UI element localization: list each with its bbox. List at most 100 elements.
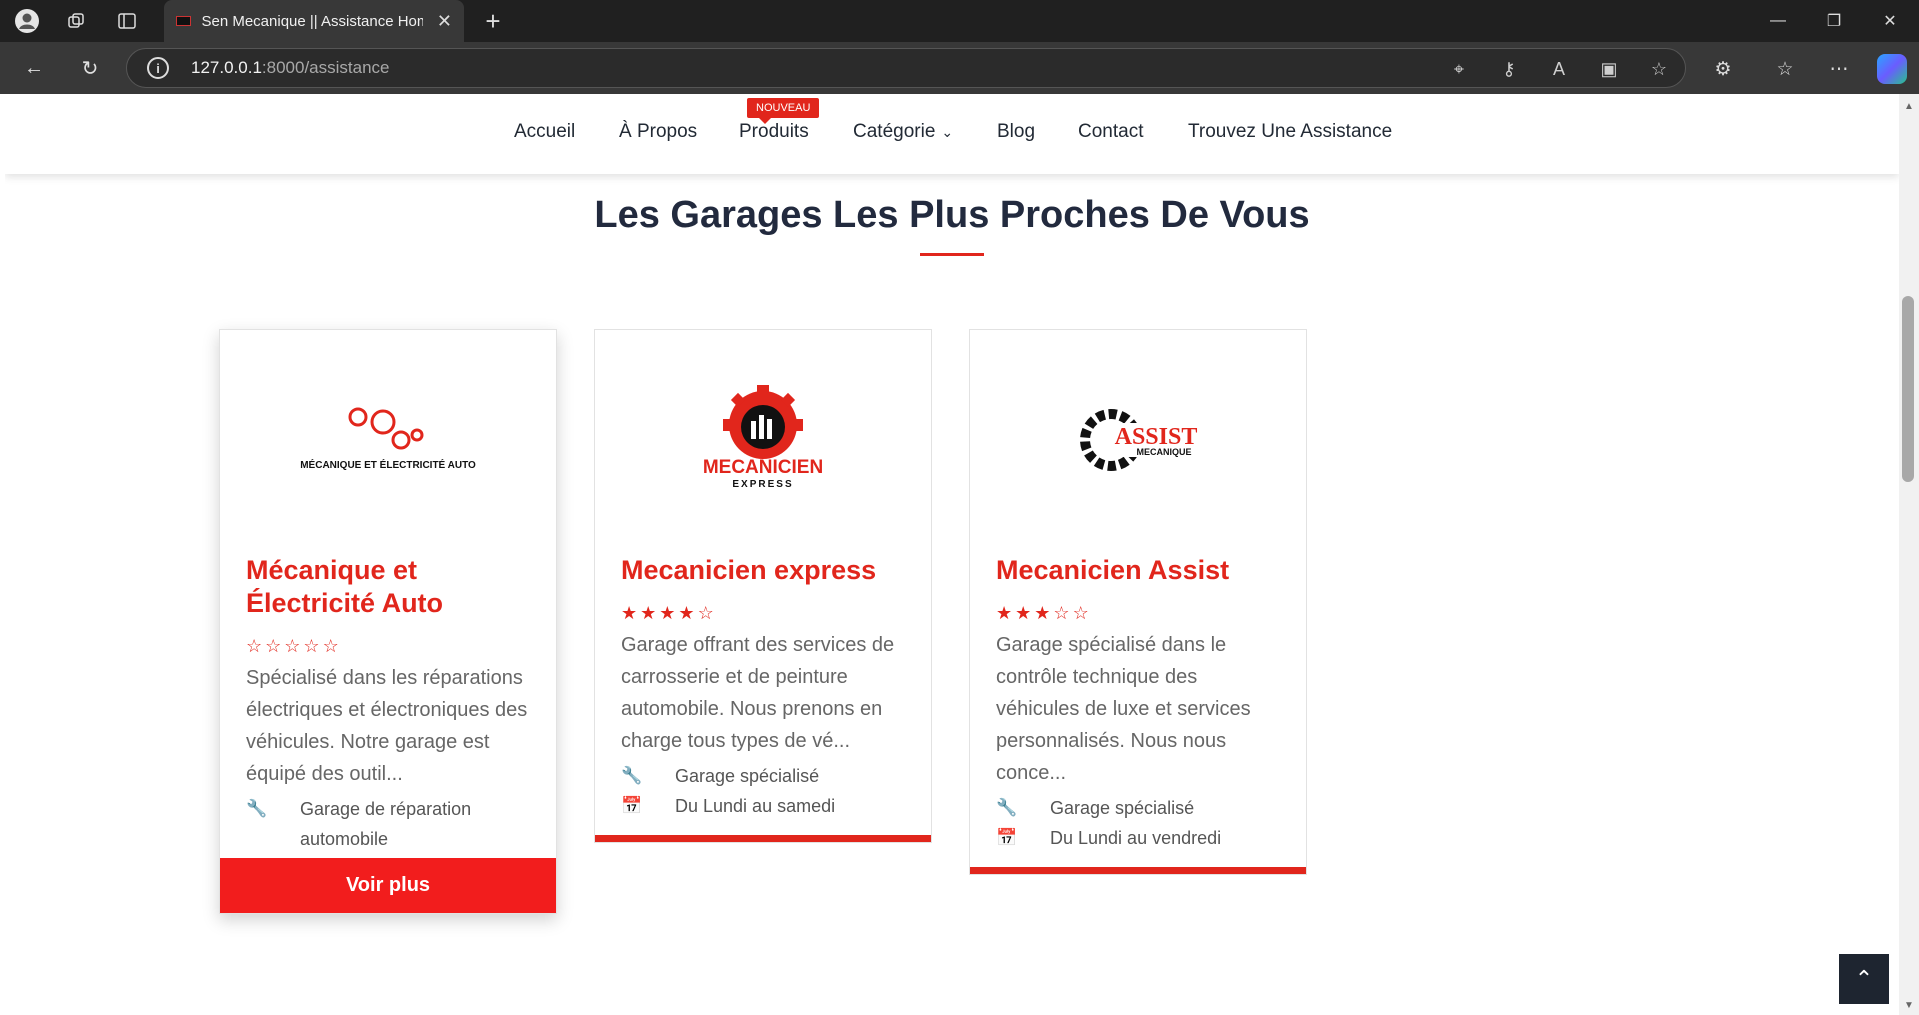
star-empty-icon: ☆ <box>322 636 339 656</box>
garage-name[interactable]: Mecanicien express <box>621 554 907 587</box>
star-filled-icon: ★ <box>640 603 657 623</box>
profile-icon[interactable] <box>12 6 42 36</box>
key-icon[interactable]: ⚷ <box>1497 57 1521 81</box>
vertical-tabs-icon[interactable] <box>112 6 142 36</box>
wrench-icon: 🔧 <box>621 766 643 785</box>
tab-close-icon[interactable]: ✕ <box>437 11 452 32</box>
favorite-star-icon[interactable]: ☆ <box>1647 57 1671 81</box>
garage-hours: Du Lundi au samedi <box>675 796 836 816</box>
garage-name[interactable]: Mecanicien Assist <box>996 554 1282 587</box>
rating-stars: ★ ★ ★ ★ ☆ <box>621 603 907 623</box>
page-scrollbar[interactable] <box>1899 94 1919 1015</box>
chevron-up-icon: ⌃ <box>1854 966 1874 991</box>
garage-type: Garage spécialisé <box>1050 798 1195 818</box>
star-filled-icon: ★ <box>996 603 1013 623</box>
garage-type: Garage spécialisé <box>675 766 820 786</box>
url-text: 127.0.0.1:8000/assistance <box>191 58 390 78</box>
garage-card[interactable]: ASSIST MECANIQUE Mecanicien Assist ★ ★ ★ ☆ ☆… <box>969 329 1307 875</box>
star-filled-icon: ★ <box>678 603 695 623</box>
menu-accueil[interactable]: Accueil <box>514 121 575 143</box>
copilot-icon[interactable] <box>1877 54 1907 84</box>
logo-sub-2: EXPRESS <box>732 479 793 490</box>
page-viewport: Accueil À Propos NOUVEAU Produits Catégo… <box>5 94 1899 1015</box>
scroll-down-arrow[interactable]: ▼ <box>1899 997 1919 1013</box>
reload-icon[interactable]: ↻ <box>74 52 106 84</box>
menu-blog[interactable]: Blog <box>997 121 1035 143</box>
rating-stars: ★ ★ ★ ☆ ☆ <box>996 603 1282 623</box>
menu-contact[interactable]: Contact <box>1078 121 1143 143</box>
workspaces-icon[interactable] <box>62 6 92 36</box>
garage-hours-row: 📅 Du Lundi au samedi <box>621 791 907 821</box>
garage-type-row: 🔧 Garage de réparation automobile <box>246 794 532 854</box>
read-aloud-icon[interactable]: A <box>1547 57 1571 81</box>
scroll-thumb[interactable] <box>1902 296 1914 482</box>
garage-name[interactable]: Mécanique et Électricité Auto <box>246 554 532 620</box>
garage-type-row: 🔧 Garage spécialisé <box>996 793 1282 823</box>
location-icon[interactable]: ⌖ <box>1447 57 1471 81</box>
menu-a-propos[interactable]: À Propos <box>619 121 697 143</box>
star-filled-icon: ★ <box>621 603 638 623</box>
immersive-reader-icon[interactable]: ▣ <box>1597 57 1621 81</box>
star-filled-icon: ★ <box>1015 603 1032 623</box>
menu-produits[interactable]: Produits <box>739 121 809 143</box>
star-empty-icon: ☆ <box>265 636 282 656</box>
garage-logo: MECANICIEN EXPRESS <box>595 330 931 550</box>
star-empty-icon: ☆ <box>1053 603 1070 623</box>
back-to-top-button[interactable]: ⌃ <box>1839 954 1889 1004</box>
star-filled-icon: ★ <box>659 603 676 623</box>
site-info-icon[interactable]: i <box>147 57 169 79</box>
garage-card[interactable]: MÉCANIQUE ET ÉLECTRICITÉ AUTO Mécanique … <box>219 329 557 914</box>
logo-text-1: MÉCANIQUE ET ÉLECTRICITÉ AUTO <box>300 458 476 471</box>
site-header: Accueil À Propos NOUVEAU Produits Catégo… <box>5 94 1899 174</box>
garage-hours-row: 📅 Du Lundi au vendredi <box>996 823 1282 853</box>
main-menu: Accueil À Propos NOUVEAU Produits Catégo… <box>5 94 1899 174</box>
title-underline <box>920 253 984 256</box>
star-empty-icon: ☆ <box>697 603 714 623</box>
address-bar[interactable]: i 127.0.0.1:8000/assistance ⌖ ⚷ A ▣ ☆ <box>126 48 1686 88</box>
garage-description: Garage offrant des services de carrosser… <box>621 634 895 752</box>
menu-categorie[interactable]: Catégorie ⌄ <box>853 121 953 143</box>
close-window-icon[interactable]: ✕ <box>1862 0 1918 42</box>
favorites-icon[interactable]: ☆ <box>1772 56 1798 82</box>
garage-description: Garage spécialisé dans le contrôle techn… <box>996 634 1251 784</box>
garage-type: Garage de réparation automobile <box>300 799 472 849</box>
garage-hours: Du Lundi au vendredi <box>1050 828 1222 848</box>
more-menu-icon[interactable]: ⋯ <box>1826 56 1852 82</box>
wrench-icon: 🔧 <box>246 799 268 818</box>
new-tab-icon[interactable]: + <box>478 6 508 36</box>
logo-sub-3: MECANIQUE <box>1136 447 1191 457</box>
calendar-icon: 📅 <box>621 796 643 815</box>
back-icon[interactable]: ← <box>18 52 50 84</box>
calendar-icon: 📅 <box>996 828 1018 847</box>
garage-logo: ASSIST MECANIQUE <box>970 330 1306 550</box>
rating-stars: ☆ ☆ ☆ ☆ ☆ <box>246 636 532 656</box>
scroll-up-arrow[interactable]: ▲ <box>1899 98 1919 114</box>
minimize-icon[interactable]: — <box>1750 0 1806 42</box>
tab-title: Sen Mecanique || Assistance Hom <box>201 12 423 30</box>
browser-tab-bar: Sen Mecanique || Assistance Hom ✕ + — ❐ … <box>0 0 1919 42</box>
card-bottom-bar <box>595 835 931 842</box>
garage-description: Spécialisé dans les réparations électriq… <box>246 667 528 785</box>
url-path: :8000/assistance <box>261 58 390 77</box>
star-empty-icon: ☆ <box>246 636 263 656</box>
star-empty-icon: ☆ <box>1072 603 1089 623</box>
restore-icon[interactable]: ❐ <box>1806 0 1862 42</box>
star-filled-icon: ★ <box>1034 603 1051 623</box>
section-title: Les Garages Les Plus Proches De Vous <box>594 194 1310 236</box>
garage-logo: MÉCANIQUE ET ÉLECTRICITÉ AUTO <box>220 330 556 550</box>
garage-type-row: 🔧 Garage spécialisé <box>621 761 907 791</box>
menu-trouvez-assistance[interactable]: Trouvez Une Assistance <box>1188 121 1392 143</box>
garage-card[interactable]: MECANICIEN EXPRESS Mecanicien express ★ ★… <box>594 329 932 843</box>
menu-categorie-label: Catégorie <box>853 121 936 142</box>
star-empty-icon: ☆ <box>284 636 301 656</box>
extensions-icon[interactable]: ⚙ <box>1710 56 1736 82</box>
logo-text-2: MECANICIEN <box>703 457 823 478</box>
wrench-icon: 🔧 <box>996 798 1018 817</box>
chevron-down-icon: ⌄ <box>941 124 954 140</box>
new-badge: NOUVEAU <box>747 98 820 124</box>
active-tab[interactable]: Sen Mecanique || Assistance Hom ✕ <box>164 0 464 42</box>
voir-plus-button[interactable]: Voir plus <box>220 858 556 913</box>
tab-favicon <box>176 16 192 26</box>
card-bottom-bar <box>970 867 1306 874</box>
star-empty-icon: ☆ <box>303 636 320 656</box>
